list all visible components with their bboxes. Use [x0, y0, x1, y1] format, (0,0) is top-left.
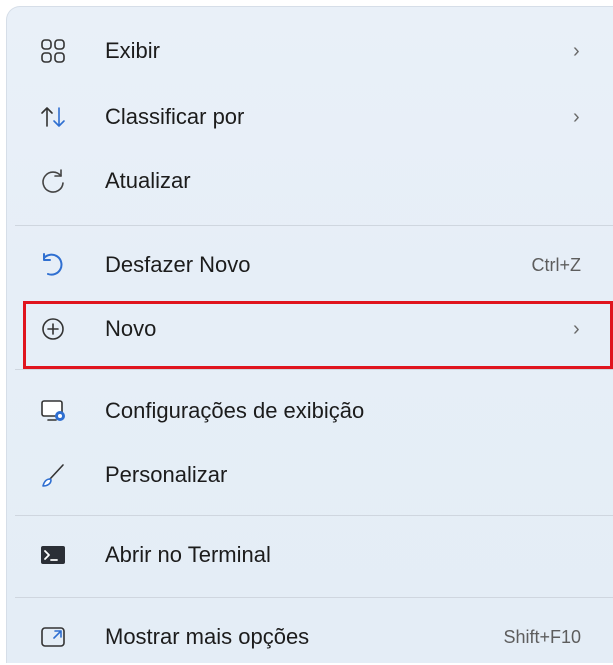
menu-item-desfazer-novo[interactable]: Desfazer Novo Ctrl+Z	[15, 237, 609, 293]
brush-icon	[39, 461, 67, 489]
chevron-right-icon: ›	[573, 106, 580, 128]
chevron-right-icon: ›	[573, 40, 580, 62]
refresh-icon	[39, 167, 67, 195]
menu-item-label: Classificar por	[105, 104, 245, 129]
grid-view-icon	[39, 37, 67, 65]
menu-item-label: Mostrar mais opções	[105, 624, 310, 649]
undo-icon	[39, 251, 67, 279]
menu-item-label: Abrir no Terminal	[105, 542, 271, 567]
menu-item-label: Desfazer Novo	[105, 252, 251, 277]
menu-item-label: Atualizar	[105, 168, 191, 193]
menu-separator	[15, 369, 613, 370]
menu-item-label: Exibir	[105, 38, 161, 63]
menu-separator	[15, 597, 613, 598]
more-options-icon	[39, 623, 67, 651]
menu-item-personalizar[interactable]: Personalizar	[15, 447, 609, 503]
highlight-box	[23, 301, 613, 369]
menu-separator	[15, 515, 613, 516]
menu-item-classificar-por[interactable]: Classificar por ›	[15, 89, 609, 145]
menu-separator	[15, 225, 613, 226]
terminal-icon	[39, 541, 67, 569]
menu-item-label: Configurações de exibição	[105, 398, 365, 423]
shortcut-label: Ctrl+Z	[531, 255, 582, 275]
shortcut-label: Shift+F10	[503, 627, 581, 647]
menu-item-exibir[interactable]: Exibir ›	[15, 23, 609, 79]
menu-item-abrir-no-terminal[interactable]: Abrir no Terminal	[15, 527, 609, 583]
context-menu: Exibir › Classificar por › Atualizar Des…	[6, 6, 613, 663]
menu-item-mostrar-mais-opcoes[interactable]: Mostrar mais opções Shift+F10	[15, 609, 609, 665]
menu-item-label: Personalizar	[105, 462, 228, 487]
menu-item-configuracoes-de-exibicao[interactable]: Configurações de exibição	[15, 383, 609, 439]
display-settings-icon	[39, 397, 67, 425]
menu-item-atualizar[interactable]: Atualizar	[15, 153, 609, 209]
sort-arrows-icon	[39, 103, 67, 131]
